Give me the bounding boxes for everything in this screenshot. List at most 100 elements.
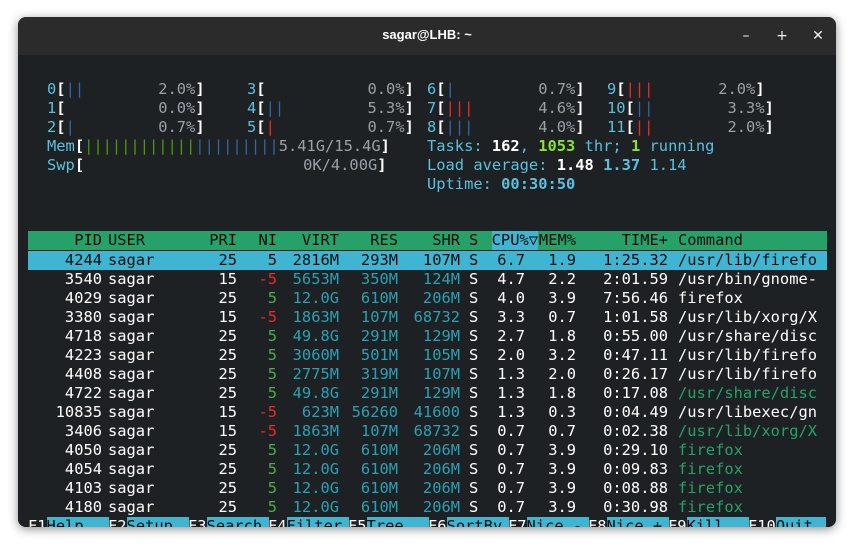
column-header-s[interactable]: S — [469, 231, 478, 250]
cpu-usage-bars: || — [65, 80, 85, 98]
cell-pid: 3380 — [64, 308, 102, 326]
title-bar[interactable]: sagar@LHB: ~ – + ✕ — [18, 17, 836, 55]
fkey-quit-button[interactable]: F10Quit — [748, 517, 826, 527]
process-row[interactable]: 10835 sagar 15 -5 623M 56260 41600 S 1.3 0.3 0:04.… — [28, 403, 827, 422]
cell-s: S — [469, 460, 479, 478]
cell-ni: 5 — [267, 346, 277, 364]
fkey-nice-button[interactable]: F7Nice - — [508, 517, 589, 527]
cell-shr: 68732 — [413, 422, 460, 440]
cpu-id: 0 — [47, 80, 57, 98]
cpu-id: 5 — [247, 118, 257, 136]
cpu-percent: 2.0% — [727, 118, 765, 136]
cell-time: 0:55.00 — [603, 327, 668, 345]
column-header-cmd[interactable]: Command — [678, 231, 743, 250]
column-header-shr[interactable]: SHR — [432, 231, 460, 250]
fkey-help-button[interactable]: F1Help — [28, 517, 109, 527]
cpu-percent: 3.3% — [727, 99, 765, 117]
cell-mem: 3.9 — [548, 441, 576, 459]
cell-s: S — [469, 422, 479, 440]
column-header-ni[interactable]: NI — [258, 231, 277, 250]
cell-ni: 5 — [267, 498, 277, 516]
cell-s: S — [469, 479, 479, 497]
cell-cmd: /usr/lib/xorg/X — [678, 308, 817, 326]
process-row[interactable]: 4223 sagar 25 5 3060M 501M 105M S 2.0 3.2 0:47.11 /… — [28, 346, 827, 365]
process-row[interactable]: 4722 sagar 25 5 49.8G 291M 129M S 1.3 1.8 0:17.08 /… — [28, 384, 827, 403]
column-header-user[interactable]: USER — [108, 231, 145, 250]
fkey-kill-button[interactable]: F9Kill — [668, 517, 749, 527]
process-row[interactable]: 4180 sagar 25 5 12.0G 610M 206M S 0.7 3.9 0:30.98 f… — [28, 498, 827, 517]
cell-cpu: 0.7 — [497, 441, 525, 459]
cell-cmd: /usr/lib/firefo — [678, 251, 817, 269]
cell-res: 107M — [360, 422, 398, 440]
close-icon[interactable]: ✕ — [809, 27, 827, 45]
cell-mem: 1.8 — [548, 384, 576, 402]
column-header-pri[interactable]: PRI — [209, 231, 237, 250]
fkey-setup-button[interactable]: F2Setup — [108, 517, 189, 527]
cpu-percent: 2.0% — [158, 80, 196, 98]
cell-shr: 206M — [422, 289, 460, 307]
cell-ni: 5 — [267, 384, 277, 402]
fkey-number: F2 — [108, 517, 127, 527]
column-header-res[interactable]: RES — [370, 231, 398, 250]
column-header-pid[interactable]: PID — [74, 231, 102, 250]
cpu-percent: 4.0% — [538, 118, 576, 136]
cell-cpu: 6.7 — [497, 251, 525, 269]
cell-pid: 3540 — [64, 270, 102, 288]
cell-cpu: 1.3 — [497, 384, 525, 402]
process-row[interactable]: 4029 sagar 25 5 12.0G 610M 206M S 4.0 3.9 7:56.46 f… — [28, 289, 827, 308]
column-header-virt[interactable]: VIRT — [302, 231, 339, 250]
cpu-percent: 0.0% — [367, 80, 405, 98]
process-row[interactable]: 4408 sagar 25 5 2775M 319M 107M S 1.3 2.0 0:26.17 /… — [28, 365, 827, 384]
process-row[interactable]: 4718 sagar 25 5 49.8G 291M 129M S 2.7 1.8 0:55.00 /… — [28, 327, 827, 346]
cell-time: 0:17.08 — [603, 384, 668, 402]
cell-res: 610M — [360, 289, 398, 307]
fkey-filter-button[interactable]: F4Filter — [268, 517, 349, 527]
cpu-id: 4 — [247, 99, 257, 117]
cell-pid: 4244 — [64, 251, 102, 269]
column-header-cpu[interactable]: CPU%▽ — [491, 231, 538, 250]
process-row[interactable]: 3540 sagar 15 -5 5653M 350M 124M S 4.7 2.2 2:01.59… — [28, 270, 827, 289]
cell-time: 0:30.98 — [603, 498, 668, 516]
cell-shr: 107M — [422, 365, 460, 383]
cell-ni: -5 — [258, 422, 277, 440]
column-header-mem[interactable]: MEM% — [539, 231, 576, 250]
cell-cmd: firefox — [678, 498, 743, 516]
process-row[interactable]: 3380 sagar 15 -5 1863M 107M 68732 S 3.3 0.7 1:01.5… — [28, 308, 827, 327]
process-row[interactable]: 4050 sagar 25 5 12.0G 610M 206M S 0.7 3.9 0:29.10 f… — [28, 441, 827, 460]
fkey-nice-button[interactable]: F8Nice + — [588, 517, 669, 527]
cell-pid: 4408 — [64, 365, 102, 383]
cpu-usage-bars: ||| — [445, 99, 474, 117]
cell-s: S — [469, 403, 479, 421]
maximize-icon[interactable]: + — [773, 27, 791, 45]
minimize-icon[interactable]: – — [737, 27, 755, 45]
cell-cpu: 4.7 — [497, 270, 525, 288]
cell-cmd: /usr/libexec/gn — [678, 403, 817, 421]
fkey-tree-button[interactable]: F5Tree — [348, 517, 429, 527]
cell-pid: 4029 — [64, 289, 102, 307]
fkey-search-button[interactable]: F3Search — [188, 517, 269, 527]
cell-virt: 3060M — [292, 346, 339, 364]
cell-virt: 623M — [301, 403, 339, 421]
cell-s: S — [469, 346, 479, 364]
process-table-header[interactable]: PID USER PRI NI VIRT RES SHR S CPU%▽ MEM% TIME+ Com… — [28, 231, 827, 250]
process-row[interactable]: 4244 sagar 25 5 2816M 293M 107M S 6.7 1.9 1:25.32 /… — [28, 251, 827, 270]
cell-cpu: 2.0 — [497, 346, 525, 364]
cell-cpu: 0.7 — [497, 422, 525, 440]
column-header-time[interactable]: TIME+ — [622, 231, 668, 250]
fkey-sortby-button[interactable]: F6SortBy — [428, 517, 509, 527]
cell-mem: 0.7 — [548, 308, 576, 326]
cell-cpu: 0.7 — [497, 498, 525, 516]
process-row[interactable]: 4103 sagar 25 5 12.0G 610M 206M S 0.7 3.9 0:08.88 f… — [28, 479, 827, 498]
cell-ni: -5 — [258, 270, 277, 288]
cpu-percent: 2.0% — [718, 80, 756, 98]
cell-shr: 206M — [422, 479, 460, 497]
process-row[interactable]: 4054 sagar 25 5 12.0G 610M 206M S 0.7 3.9 0:09.83 f… — [28, 460, 827, 479]
cell-pid: 3406 — [64, 422, 102, 440]
cell-ni: 5 — [267, 327, 277, 345]
cpu-usage-bars: || — [634, 99, 654, 117]
cell-shr: 68732 — [413, 308, 460, 326]
process-row[interactable]: 3406 sagar 15 -5 1863M 107M 68732 S 0.7 0.7 0:02.3… — [28, 422, 827, 441]
fkey-label: Nice - — [526, 517, 589, 527]
cell-ni: 5 — [267, 441, 277, 459]
cell-pri: 25 — [218, 365, 237, 383]
